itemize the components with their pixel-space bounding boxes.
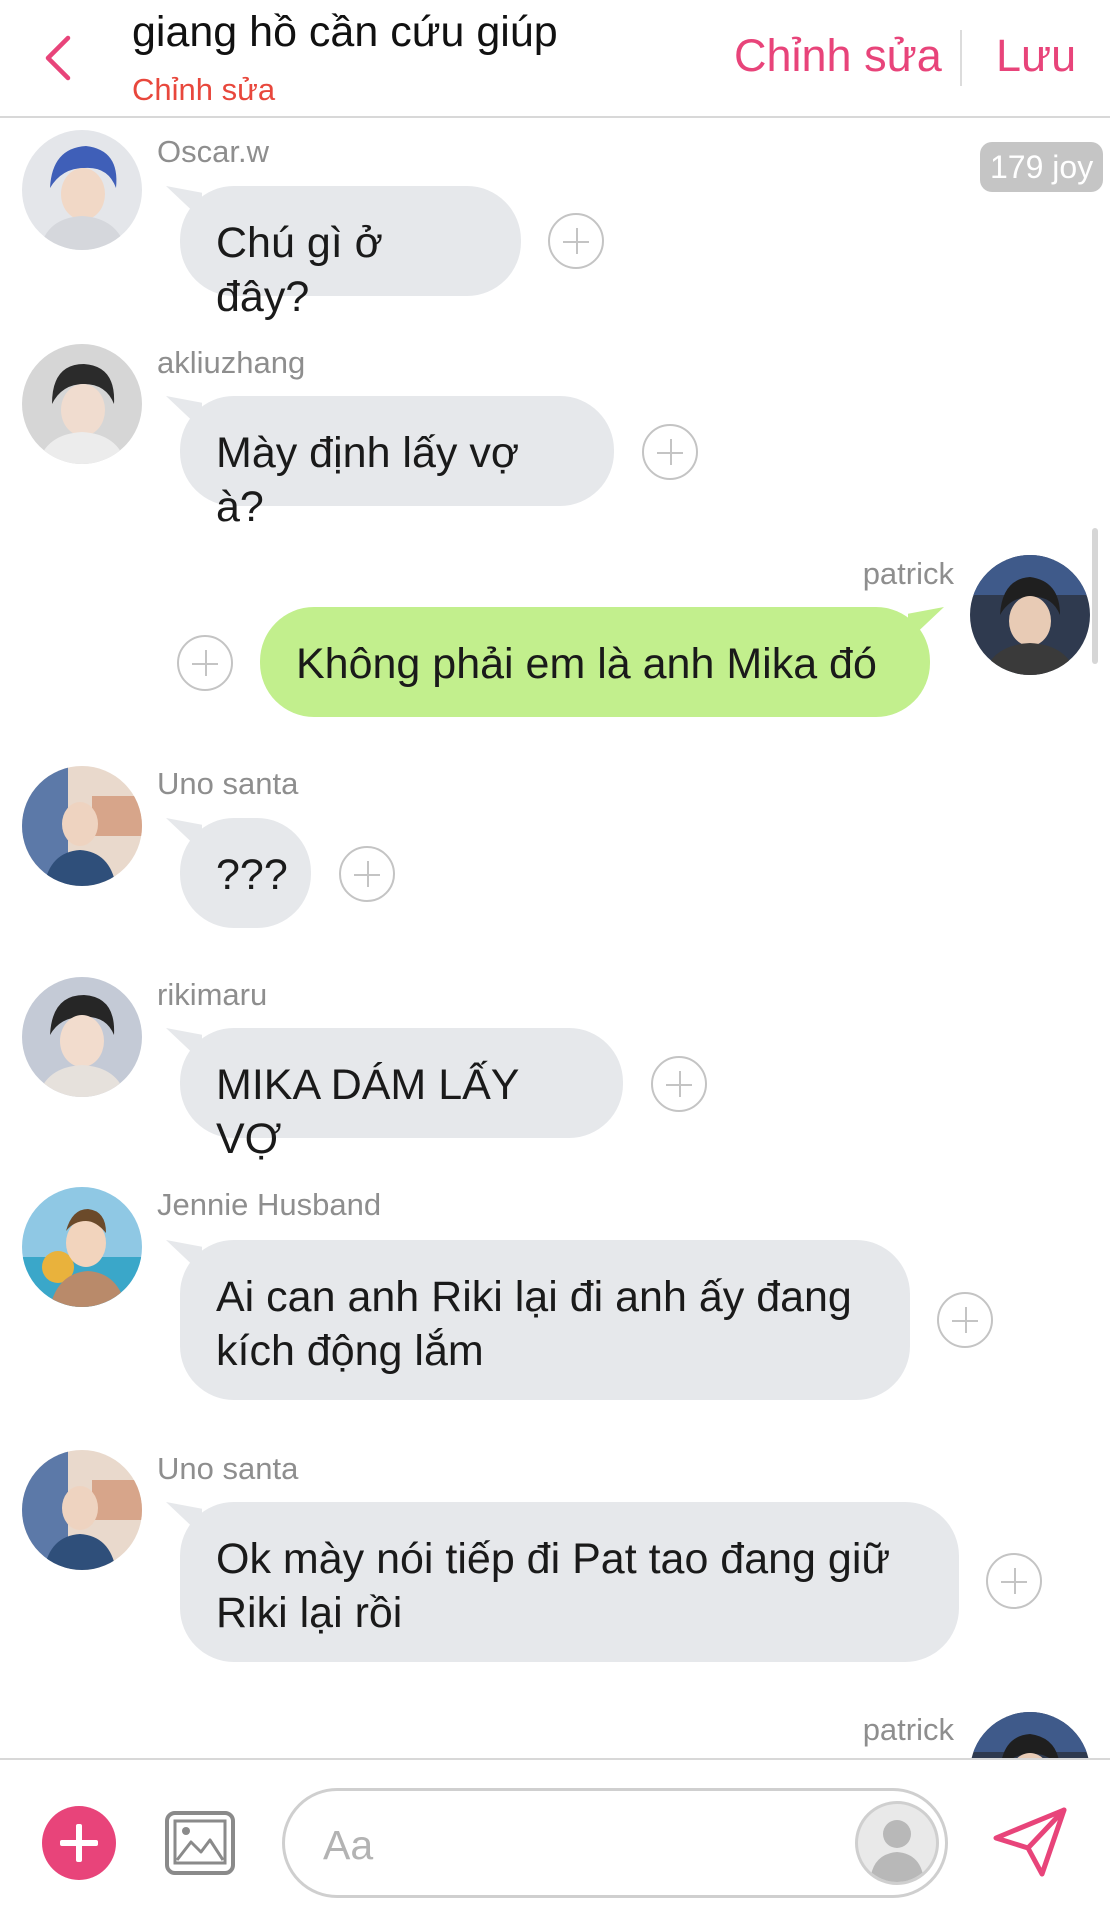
chat-subtitle[interactable]: Chỉnh sửa <box>132 72 275 108</box>
message-bubble[interactable]: Chú gì ở đây? <box>180 186 521 321</box>
avatar[interactable] <box>22 130 142 250</box>
persona-button[interactable] <box>855 1801 939 1885</box>
send-button[interactable] <box>990 1804 1070 1880</box>
avatar[interactable] <box>22 1450 142 1570</box>
scrollbar-thumb[interactable] <box>1092 528 1098 664</box>
sender-name: Uno santa <box>157 1451 299 1486</box>
add-reaction-icon[interactable] <box>177 635 233 691</box>
avatar[interactable] <box>22 344 142 464</box>
back-button[interactable] <box>38 30 78 86</box>
sender-name: patrick <box>862 556 954 591</box>
message-input-box <box>282 1788 948 1898</box>
sender-name: Jennie Husband <box>157 1187 382 1222</box>
message-bubble[interactable]: Mày định lấy vợ à? <box>180 396 614 531</box>
avatar-clip <box>970 1712 1090 1758</box>
message-bubble[interactable]: ??? <box>180 818 311 928</box>
image-button[interactable] <box>164 1810 236 1876</box>
add-reaction-icon[interactable] <box>642 424 698 480</box>
message-bubble[interactable]: Ok mày nói tiếp đi Pat tao đang giữ Riki… <box>180 1502 959 1662</box>
sender-name: patrick <box>862 1712 954 1747</box>
add-reaction-icon[interactable] <box>548 213 604 269</box>
image-icon <box>165 1811 235 1875</box>
avatar[interactable] <box>970 555 1090 675</box>
add-reaction-icon[interactable] <box>651 1056 707 1112</box>
sender-name: akliuzhang <box>157 345 306 380</box>
chat-header: giang hồ cần cứu giúp Chỉnh sửa Chỉnh sử… <box>0 0 1110 118</box>
avatar[interactable] <box>22 766 142 886</box>
sender-name: Uno santa <box>157 766 299 801</box>
sender-name: Oscar.w <box>157 134 269 169</box>
save-button[interactable]: Lưu <box>996 30 1076 82</box>
add-button[interactable] <box>42 1806 116 1880</box>
chevron-left-icon <box>45 35 71 81</box>
add-reaction-icon[interactable] <box>986 1553 1042 1609</box>
message-bubble[interactable]: Ai can anh Riki lại đi anh ấy đang kích … <box>180 1240 910 1400</box>
add-reaction-icon[interactable] <box>937 1292 993 1348</box>
add-reaction-icon[interactable] <box>339 846 395 902</box>
header-divider <box>960 30 962 86</box>
avatar[interactable] <box>22 977 142 1097</box>
message-bubble[interactable]: MIKA DÁM LẤY VỢ <box>180 1028 623 1163</box>
edit-button[interactable]: Chỉnh sửa <box>734 30 942 82</box>
composer-bar <box>0 1758 1110 1920</box>
avatar[interactable] <box>970 1712 1090 1758</box>
avatar[interactable] <box>22 1187 142 1307</box>
message-bubble[interactable]: Không phải em là anh Mika đó <box>260 607 930 717</box>
person-silhouette-icon <box>870 1820 924 1882</box>
sender-name: rikimaru <box>157 977 268 1012</box>
message-input[interactable] <box>323 1817 823 1873</box>
joy-count-badge: 179 joy <box>980 142 1104 192</box>
chat-title: giang hồ cần cứu giúp <box>132 8 558 56</box>
paper-plane-icon <box>993 1807 1067 1877</box>
